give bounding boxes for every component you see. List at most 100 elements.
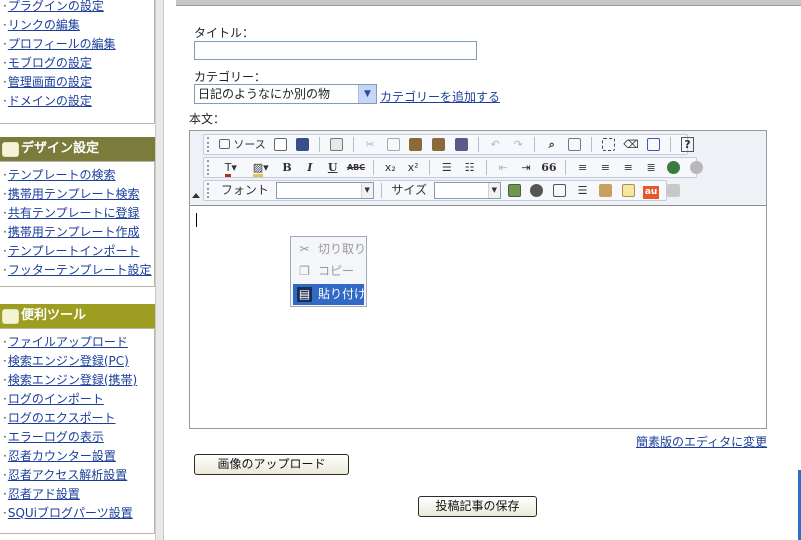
sidebar-item[interactable]: ·リンクの編集 <box>0 16 154 35</box>
context-menu-paste[interactable]: ▤ 貼り付け <box>293 284 366 305</box>
superscript-button[interactable]: x² <box>404 158 423 177</box>
sidebar-link-template-import[interactable]: テンプレートインポート <box>8 244 140 258</box>
sidebar-item[interactable]: ·ドメインの設定 <box>0 92 154 111</box>
sidebar-item[interactable]: ·携帯用テンプレート検索 <box>0 185 154 204</box>
sidebar-link-search-engine-pc[interactable]: 検索エンジン登録(PC) <box>8 354 129 368</box>
sidebar-link-ninja-analytics[interactable]: 忍者アクセス解析設置 <box>8 468 127 482</box>
bold-button[interactable]: B <box>277 158 296 177</box>
save-post-button[interactable]: 投稿記事の保存 <box>418 496 537 517</box>
italic-button[interactable]: I <box>300 158 319 177</box>
sidebar-link-shared-template[interactable]: 共有テンプレートに登録 <box>8 206 140 220</box>
chevron-down-icon[interactable]: ▼ <box>487 183 500 198</box>
sidebar-item[interactable]: ·忍者アド設置 <box>0 485 154 504</box>
more-button[interactable] <box>664 181 683 200</box>
select-all-button[interactable] <box>599 135 618 154</box>
fit-window-button[interactable] <box>644 135 663 154</box>
sidebar-link-squi-parts[interactable]: SQUiブログパーツ設置 <box>8 506 133 520</box>
sidebar-item[interactable]: ·共有テンプレートに登録 <box>0 204 154 223</box>
paste-text-button[interactable] <box>429 135 448 154</box>
sidebar-item[interactable]: ·ログのインポート <box>0 390 154 409</box>
sidebar-item[interactable]: ·テンプレートインポート <box>0 242 154 261</box>
outdent-button[interactable]: ⇤ <box>494 158 513 177</box>
upload-image-button[interactable]: 画像のアップロード <box>194 454 349 475</box>
link-button[interactable] <box>664 158 683 177</box>
replace-button[interactable] <box>565 135 584 154</box>
add-category-link[interactable]: カテゴリーを追加する <box>380 88 500 105</box>
justify-button[interactable]: ≣ <box>642 158 661 177</box>
sidebar-item[interactable]: ·検索エンジン登録(PC) <box>0 352 154 371</box>
bg-color-button[interactable]: ▨▾ <box>248 158 274 177</box>
sidebar-link-error-log[interactable]: エラーログの表示 <box>8 430 104 444</box>
toolbar-collapse-icon[interactable] <box>192 193 200 198</box>
flash-button[interactable] <box>527 181 546 200</box>
chevron-down-icon[interactable]: ▼ <box>360 183 373 198</box>
category-select[interactable]: 日記のようなにか別の物 ▼ <box>194 84 377 104</box>
copy-button[interactable] <box>384 135 403 154</box>
sidebar-item[interactable]: ·テンプレートの検索 <box>0 166 154 185</box>
indent-button[interactable]: ⇥ <box>517 158 536 177</box>
align-center-button[interactable]: ≡ <box>596 158 615 177</box>
horizontal-rule-button[interactable]: ☰ <box>573 181 592 200</box>
switch-simple-editor-link[interactable]: 簡素版のエディタに変更 <box>636 433 767 450</box>
sidebar-link-footer-template[interactable]: フッターテンプレート設定 <box>8 263 152 277</box>
templates-button[interactable] <box>327 135 346 154</box>
sidebar-link-template-search[interactable]: テンプレートの検索 <box>8 168 116 182</box>
sidebar-link-moblog[interactable]: モブログの設定 <box>8 56 92 70</box>
undo-button[interactable]: ↶ <box>486 135 505 154</box>
sidebar-item[interactable]: ·検索エンジン登録(携帯) <box>0 371 154 390</box>
blockquote-button[interactable]: 66 <box>539 158 558 177</box>
sidebar-item[interactable]: ·モブログの設定 <box>0 54 154 73</box>
sidebar-item[interactable]: ·ファイルアップロード <box>0 333 154 352</box>
sidebar-link-profile[interactable]: プロフィールの編集 <box>8 37 116 51</box>
sidebar-item[interactable]: ·プラグインの設定 <box>0 0 154 16</box>
bulleted-list-button[interactable]: ☷ <box>460 158 479 177</box>
cut-button[interactable]: ✂ <box>361 135 380 154</box>
sidebar-link-admin[interactable]: 管理画面の設定 <box>8 75 92 89</box>
sidebar-item[interactable]: ·SQUiブログパーツ設置 <box>0 504 154 523</box>
find-button[interactable]: ⌕ <box>542 135 561 154</box>
font-select[interactable]: ▼ <box>275 182 374 199</box>
sidebar-item[interactable]: ·ログのエクスポート <box>0 409 154 428</box>
redo-button[interactable]: ↷ <box>509 135 528 154</box>
image-button[interactable] <box>505 181 524 200</box>
subscript-button[interactable]: x₂ <box>381 158 400 177</box>
underline-button[interactable]: U <box>323 158 342 177</box>
page-break-button[interactable] <box>619 181 638 200</box>
about-button[interactable]: ? <box>678 135 697 154</box>
remove-format-button[interactable]: ⌫ <box>622 135 641 154</box>
sidebar-item[interactable]: ·フッターテンプレート設定 <box>0 261 154 280</box>
sidebar-item[interactable]: ·携帯用テンプレート作成 <box>0 223 154 242</box>
size-select[interactable]: ▼ <box>433 182 501 199</box>
special-char-button[interactable] <box>596 181 615 200</box>
sidebar-link-log-import[interactable]: ログのインポート <box>8 392 104 406</box>
strikethrough-button[interactable]: ABC <box>346 158 366 177</box>
sidebar-link-log-export[interactable]: ログのエクスポート <box>8 411 116 425</box>
sidebar-link-mobile-template-create[interactable]: 携帯用テンプレート作成 <box>8 225 140 239</box>
chevron-down-icon[interactable]: ▼ <box>358 85 376 103</box>
context-menu-cut[interactable]: ✂ 切り取り <box>293 239 366 260</box>
save-button[interactable] <box>293 135 312 154</box>
title-input[interactable] <box>194 41 477 60</box>
source-button[interactable]: ソース <box>218 135 267 154</box>
paste-button[interactable] <box>406 135 425 154</box>
sidebar-link-search-engine-mobile[interactable]: 検索エンジン登録(携帯) <box>8 373 137 387</box>
sidebar-link-ninja-ad[interactable]: 忍者アド設置 <box>8 487 80 501</box>
sidebar-link-domain[interactable]: ドメインの設定 <box>8 94 92 108</box>
align-left-button[interactable]: ≡ <box>573 158 592 177</box>
text-color-button[interactable]: T▾ <box>218 158 244 177</box>
align-right-button[interactable]: ≡ <box>619 158 638 177</box>
paste-word-button[interactable] <box>452 135 471 154</box>
preview-button[interactable] <box>271 135 290 154</box>
sidebar-link-ninja-counter[interactable]: 忍者カウンター設置 <box>8 449 116 463</box>
au-emoji-button[interactable]: au <box>642 181 661 200</box>
sidebar-item[interactable]: ·管理画面の設定 <box>0 73 154 92</box>
sidebar-link-links[interactable]: リンクの編集 <box>8 18 80 32</box>
sidebar-item[interactable]: ·エラーログの表示 <box>0 428 154 447</box>
unlink-button[interactable] <box>687 158 706 177</box>
sidebar-item[interactable]: ·プロフィールの編集 <box>0 35 154 54</box>
table-button[interactable] <box>550 181 569 200</box>
sidebar-item[interactable]: ·忍者カウンター設置 <box>0 447 154 466</box>
sidebar-item[interactable]: ·忍者アクセス解析設置 <box>0 466 154 485</box>
sidebar-link-mobile-template-search[interactable]: 携帯用テンプレート検索 <box>8 187 140 201</box>
context-menu-copy[interactable]: ❐ コピー <box>293 261 364 282</box>
